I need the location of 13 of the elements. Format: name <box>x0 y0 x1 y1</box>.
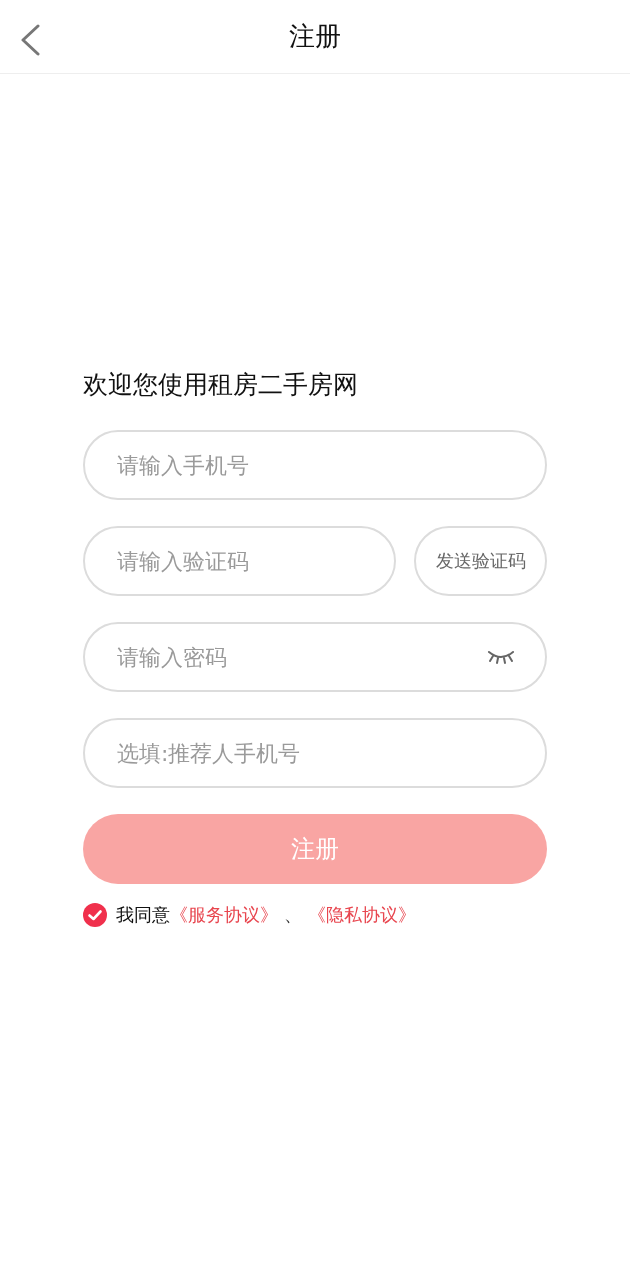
input-field[interactable]: 选填:推荐人手机号 <box>83 718 547 788</box>
closed-eye-icon[interactable] <box>487 649 515 665</box>
send-code-button[interactable]: 发送验证码 <box>414 526 547 596</box>
password-field[interactable]: 请输入密码 <box>83 622 547 692</box>
input-field[interactable]: 请输入验证码 <box>83 526 396 596</box>
agreement-link[interactable]: 《隐私协议》 <box>308 903 416 927</box>
welcome-heading: 欢迎您使用租房二手房网 <box>83 369 359 401</box>
agree-label: 我同意 <box>116 903 170 927</box>
input-field[interactable]: 请输入手机号 <box>83 430 547 500</box>
agreement-link[interactable]: 《服务协议》 <box>170 903 278 927</box>
checkbox-checked-icon[interactable] <box>83 903 107 927</box>
page-title: 注册 <box>289 20 341 53</box>
separator-text: 、 <box>284 903 302 927</box>
